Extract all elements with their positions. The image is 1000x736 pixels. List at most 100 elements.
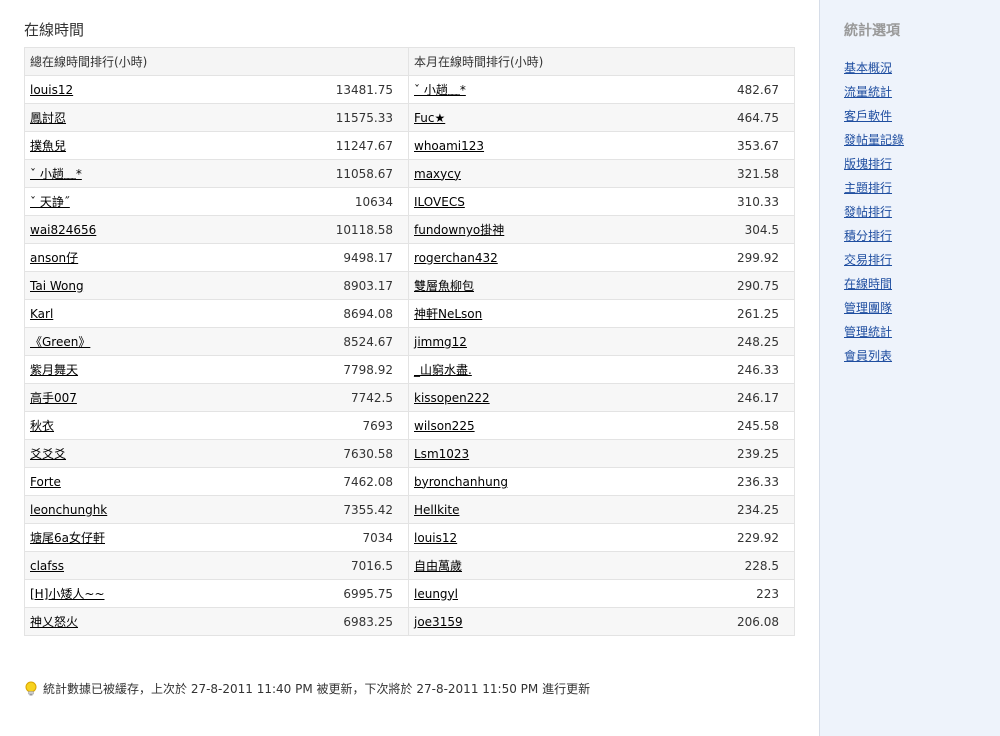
total-hours-value: 7798.92 bbox=[343, 362, 393, 377]
total-ranking-user-link[interactable]: 塘尾6a女仔軒 bbox=[30, 529, 105, 546]
total-ranking-cell: Karl 8694.08 bbox=[24, 299, 409, 328]
total-ranking-cell: [H]小矮人~~ 6995.75 bbox=[24, 579, 409, 608]
monthly-ranking-user-link[interactable]: _山窮水盡. bbox=[414, 361, 472, 378]
table-row: 紫月舞天 7798.92 _山窮水盡. 246.33 bbox=[24, 355, 795, 384]
monthly-ranking-cell: _山窮水盡. 246.33 bbox=[408, 355, 795, 384]
table-row: clafss 7016.5 自由萬歲 228.5 bbox=[24, 551, 795, 580]
monthly-ranking-user-link[interactable]: ILOVECS bbox=[414, 195, 465, 209]
total-ranking-cell: clafss 7016.5 bbox=[24, 551, 409, 580]
sidebar-item: 客戶軟件 bbox=[844, 104, 1000, 128]
table-row: Tai Wong 8903.17 雙層魚柳包 290.75 bbox=[24, 271, 795, 300]
monthly-ranking-user-link[interactable]: Fuc★ bbox=[414, 111, 445, 125]
monthly-ranking-user-link[interactable]: 神軒NeLson bbox=[414, 305, 482, 322]
monthly-ranking-user-link[interactable]: 自由萬歲 bbox=[414, 557, 462, 574]
sidebar-link[interactable]: 交易排行 bbox=[844, 253, 892, 267]
monthly-ranking-cell: Hellkite 234.25 bbox=[408, 495, 795, 524]
total-hours-value: 8903.17 bbox=[343, 278, 393, 293]
monthly-ranking-user-link[interactable]: kissopen222 bbox=[414, 391, 490, 405]
total-ranking-cell: 《Green》 8524.67 bbox=[24, 327, 409, 356]
page-title: 在線時間 bbox=[24, 21, 85, 39]
total-hours-value: 11575.33 bbox=[335, 110, 393, 125]
total-ranking-user-link[interactable]: 秋衣 bbox=[30, 417, 54, 434]
sidebar-link[interactable]: 流量統計 bbox=[844, 85, 892, 99]
sidebar-link[interactable]: 主題排行 bbox=[844, 181, 892, 195]
monthly-ranking-user-link[interactable]: fundownyo掛神 bbox=[414, 221, 504, 238]
total-ranking-user-link[interactable]: anson仔 bbox=[30, 249, 78, 266]
sidebar-link[interactable]: 發帖量記錄 bbox=[844, 133, 904, 147]
total-ranking-user-link[interactable]: 神乂怒火 bbox=[30, 613, 78, 630]
total-hours-value: 10118.58 bbox=[335, 222, 393, 237]
total-hours-value: 7034 bbox=[362, 530, 393, 545]
monthly-hours-value: 290.75 bbox=[737, 278, 779, 293]
monthly-ranking-cell: leungyl 223 bbox=[408, 579, 795, 608]
monthly-ranking-cell: Fuc★ 464.75 bbox=[408, 103, 795, 132]
monthly-ranking-cell: joe3159 206.08 bbox=[408, 607, 795, 636]
table-row: 塘尾6a女仔軒 7034 louis12 229.92 bbox=[24, 523, 795, 552]
sidebar-link[interactable]: 積分排行 bbox=[844, 229, 892, 243]
sidebar-link[interactable]: 管理團隊 bbox=[844, 301, 892, 315]
monthly-ranking-user-link[interactable]: jimmg12 bbox=[414, 335, 467, 349]
table-row: Karl 8694.08 神軒NeLson 261.25 bbox=[24, 299, 795, 328]
monthly-ranking-user-link[interactable]: whoami123 bbox=[414, 139, 484, 153]
monthly-ranking-user-link[interactable]: Lsm1023 bbox=[414, 447, 469, 461]
table-row: ˇ 小趟﹏* 11058.67 maxycy 321.58 bbox=[24, 159, 795, 188]
monthly-ranking-cell: ˇ 小趟﹏* 482.67 bbox=[408, 75, 795, 104]
monthly-hours-value: 321.58 bbox=[737, 166, 779, 181]
sidebar-item: 發帖排行 bbox=[844, 200, 1000, 224]
monthly-ranking-user-link[interactable]: louis12 bbox=[414, 531, 457, 545]
total-ranking-cell: ˇ 天諍˝ 10634 bbox=[24, 187, 409, 216]
monthly-ranking-user-link[interactable]: wilson225 bbox=[414, 419, 475, 433]
total-ranking-user-link[interactable]: clafss bbox=[30, 559, 64, 573]
sidebar-link[interactable]: 版塊排行 bbox=[844, 157, 892, 171]
total-hours-value: 7355.42 bbox=[343, 502, 393, 517]
monthly-ranking-user-link[interactable]: 雙層魚柳包 bbox=[414, 277, 474, 294]
monthly-ranking-cell: jimmg12 248.25 bbox=[408, 327, 795, 356]
monthly-ranking-user-link[interactable]: leungyl bbox=[414, 587, 458, 601]
monthly-ranking-user-link[interactable]: joe3159 bbox=[414, 615, 463, 629]
table-row: Forte 7462.08 byronchanhung 236.33 bbox=[24, 467, 795, 496]
monthly-ranking-user-link[interactable]: ˇ 小趟﹏* bbox=[414, 81, 466, 98]
total-ranking-user-link[interactable]: 撲魚兒 bbox=[30, 137, 66, 154]
total-ranking-user-link[interactable]: 爻爻爻 bbox=[30, 445, 66, 462]
total-ranking-user-link[interactable]: [H]小矮人~~ bbox=[30, 585, 105, 602]
total-ranking-user-link[interactable]: 高手007 bbox=[30, 389, 77, 406]
monthly-ranking-user-link[interactable]: byronchanhung bbox=[414, 475, 508, 489]
ranking-body: louis12 13481.75 ˇ 小趟﹏* 482.67 鳳討忍 11575.33 Fu… bbox=[24, 75, 795, 636]
total-ranking-cell: 撲魚兒 11247.67 bbox=[24, 131, 409, 160]
monthly-ranking-user-link[interactable]: rogerchan432 bbox=[414, 251, 498, 265]
sidebar-link[interactable]: 基本概況 bbox=[844, 61, 892, 75]
total-ranking-cell: wai824656 10118.58 bbox=[24, 215, 409, 244]
total-ranking-user-link[interactable]: Forte bbox=[30, 475, 61, 489]
sidebar-link[interactable]: 在線時間 bbox=[844, 277, 892, 291]
total-ranking-header: 總在線時間排行(小時) bbox=[24, 47, 409, 76]
monthly-ranking-cell: ILOVECS 310.33 bbox=[408, 187, 795, 216]
total-ranking-user-link[interactable]: leonchunghk bbox=[30, 503, 107, 517]
total-hours-value: 7016.5 bbox=[351, 558, 393, 573]
total-ranking-user-link[interactable]: ˇ 小趟﹏* bbox=[30, 165, 82, 182]
total-ranking-user-link[interactable]: wai824656 bbox=[30, 223, 96, 237]
sidebar-link[interactable]: 發帖排行 bbox=[844, 205, 892, 219]
sidebar-item: 管理統計 bbox=[844, 320, 1000, 344]
total-ranking-user-link[interactable]: Karl bbox=[30, 307, 53, 321]
total-ranking-user-link[interactable]: 紫月舞天 bbox=[30, 361, 78, 378]
cache-notice-text: 統計數據已被緩存，上次於 27-8-2011 11:40 PM 被更新，下次將於… bbox=[43, 682, 591, 696]
table-row: wai824656 10118.58 fundownyo掛神 304.5 bbox=[24, 215, 795, 244]
table-row: leonchunghk 7355.42 Hellkite 234.25 bbox=[24, 495, 795, 524]
total-ranking-user-link[interactable]: Tai Wong bbox=[30, 279, 84, 293]
total-ranking-cell: 鳳討忍 11575.33 bbox=[24, 103, 409, 132]
sidebar-link[interactable]: 客戶軟件 bbox=[844, 109, 892, 123]
total-ranking-user-link[interactable]: 《Green》 bbox=[30, 333, 90, 350]
sidebar-link[interactable]: 管理統計 bbox=[844, 325, 892, 339]
monthly-ranking-cell: 雙層魚柳包 290.75 bbox=[408, 271, 795, 300]
sidebar-item: 會員列表 bbox=[844, 344, 1000, 368]
total-ranking-user-link[interactable]: 鳳討忍 bbox=[30, 109, 66, 126]
sidebar-link[interactable]: 會員列表 bbox=[844, 349, 892, 363]
table-header-row: 總在線時間排行(小時) 本月在線時間排行(小時) bbox=[24, 47, 795, 76]
monthly-ranking-user-link[interactable]: maxycy bbox=[414, 167, 461, 181]
total-ranking-cell: ˇ 小趟﹏* 11058.67 bbox=[24, 159, 409, 188]
total-ranking-user-link[interactable]: ˇ 天諍˝ bbox=[30, 193, 70, 210]
total-ranking-user-link[interactable]: louis12 bbox=[30, 83, 73, 97]
monthly-hours-value: 353.67 bbox=[737, 138, 779, 153]
monthly-hours-value: 299.92 bbox=[737, 250, 779, 265]
monthly-ranking-user-link[interactable]: Hellkite bbox=[414, 503, 459, 517]
